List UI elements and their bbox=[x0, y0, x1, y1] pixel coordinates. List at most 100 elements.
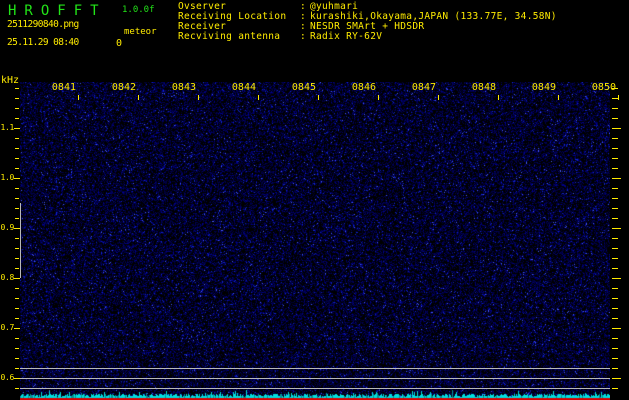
freq-tick-left bbox=[15, 98, 19, 99]
time-tick-label: 0842 bbox=[111, 82, 136, 93]
freq-tick-right bbox=[612, 278, 621, 279]
freq-tick-right bbox=[612, 258, 618, 259]
time-tick-label: 0841 bbox=[51, 82, 76, 93]
freq-tick-left bbox=[15, 88, 19, 89]
app-title: HROFFT bbox=[8, 3, 107, 19]
observation-field-value: Radix RY-62V bbox=[310, 31, 383, 42]
meteor-count-label: meteor bbox=[124, 27, 157, 37]
time-tick-label: 0843 bbox=[171, 82, 196, 93]
freq-tick-right bbox=[612, 348, 618, 349]
time-tick bbox=[378, 95, 379, 100]
freq-tick-right bbox=[612, 178, 621, 179]
time-tick bbox=[258, 95, 259, 100]
freq-tick-left bbox=[14, 178, 20, 179]
reference-line bbox=[20, 388, 610, 389]
freq-tick-right bbox=[612, 218, 618, 219]
freq-tick-left bbox=[14, 328, 20, 329]
freq-tick-left bbox=[15, 138, 19, 139]
reference-line bbox=[20, 368, 610, 369]
freq-tick-right bbox=[612, 308, 618, 309]
freq-tick-label: 0.8 bbox=[0, 273, 14, 282]
freq-tick-label: 1.0 bbox=[0, 173, 14, 182]
freq-tick-left bbox=[15, 218, 19, 219]
freq-tick-right bbox=[612, 378, 621, 379]
freq-tick-left bbox=[15, 358, 19, 359]
freq-tick-label: 0.9 bbox=[0, 223, 14, 232]
freq-tick-right bbox=[612, 208, 618, 209]
freq-tick-right bbox=[612, 318, 618, 319]
freq-tick-left bbox=[15, 168, 19, 169]
freq-tick-right bbox=[612, 198, 618, 199]
time-tick bbox=[498, 95, 499, 100]
freq-tick-label: 0.7 bbox=[0, 323, 14, 332]
time-tick bbox=[138, 95, 139, 100]
observation-datetime: 25.11.29 08:40 bbox=[7, 37, 79, 48]
freq-tick-left bbox=[15, 318, 19, 319]
freq-tick-right bbox=[612, 188, 618, 189]
freq-tick-label: 1.1 bbox=[0, 123, 14, 132]
observation-field-separator: : bbox=[300, 31, 307, 42]
freq-tick-left bbox=[15, 238, 19, 239]
time-tick-label: 0848 bbox=[471, 82, 496, 93]
freq-tick-left bbox=[15, 188, 19, 189]
freq-tick-left bbox=[14, 278, 20, 279]
meteor-count-value: 0 bbox=[115, 38, 123, 49]
time-tick-label: 0844 bbox=[231, 82, 256, 93]
time-tick bbox=[618, 95, 619, 100]
time-tick-label: 0849 bbox=[531, 82, 556, 93]
freq-tick-right bbox=[612, 288, 618, 289]
spectrogram-noise-canvas bbox=[20, 82, 610, 400]
freq-tick-right bbox=[612, 248, 618, 249]
time-tick bbox=[318, 95, 319, 100]
freq-tick-left bbox=[15, 348, 19, 349]
freq-tick-left bbox=[14, 128, 20, 129]
freq-unit-label: kHz bbox=[1, 75, 20, 86]
freq-tick-right bbox=[612, 358, 618, 359]
time-tick bbox=[438, 95, 439, 100]
freq-tick-right bbox=[612, 118, 618, 119]
freq-tick-right bbox=[612, 298, 618, 299]
time-tick-label: 0845 bbox=[291, 82, 316, 93]
freq-tick-left bbox=[15, 248, 19, 249]
observation-field-row: Recviving antenna: Radix RY-62V bbox=[178, 32, 557, 42]
time-tick-label: 0847 bbox=[411, 82, 436, 93]
freq-tick-left bbox=[15, 108, 19, 109]
freq-tick-left bbox=[15, 118, 19, 119]
freq-tick-left bbox=[15, 198, 19, 199]
time-tick bbox=[198, 95, 199, 100]
freq-tick-left bbox=[15, 148, 19, 149]
output-filename: 2511290840.png bbox=[7, 19, 79, 30]
freq-tick-right bbox=[612, 138, 618, 139]
hrofft-output-window: HROFFT 1.0.0f 2511290840.png meteor 25.1… bbox=[0, 0, 629, 400]
freq-tick-right bbox=[612, 168, 618, 169]
freq-tick-right bbox=[612, 268, 618, 269]
freq-tick-label: 0.6 bbox=[0, 373, 14, 382]
freq-tick-left bbox=[15, 338, 19, 339]
freq-tick-left bbox=[15, 388, 19, 389]
freq-tick-left bbox=[15, 208, 19, 209]
time-tick-label: 0850 bbox=[591, 82, 616, 93]
freq-tick-left bbox=[15, 158, 19, 159]
freq-tick-left bbox=[15, 288, 19, 289]
freq-tick-right bbox=[612, 128, 621, 129]
freq-tick-right bbox=[612, 228, 621, 229]
freq-tick-right bbox=[612, 108, 618, 109]
freq-tick-left bbox=[15, 268, 19, 269]
freq-tick-right bbox=[612, 338, 618, 339]
freq-tick-right bbox=[612, 148, 618, 149]
freq-tick-left bbox=[15, 308, 19, 309]
freq-tick-right bbox=[612, 388, 618, 389]
freq-tick-right bbox=[612, 328, 621, 329]
time-tick bbox=[78, 95, 79, 100]
freq-tick-left bbox=[15, 298, 19, 299]
time-tick bbox=[558, 95, 559, 100]
time-tick-label: 0846 bbox=[351, 82, 376, 93]
freq-tick-right bbox=[612, 158, 618, 159]
freq-tick-right bbox=[612, 368, 618, 369]
observation-field-label: Recviving antenna bbox=[178, 31, 281, 42]
freq-tick-left bbox=[15, 258, 19, 259]
app-version: 1.0.0f bbox=[122, 5, 155, 15]
band-marker-line bbox=[20, 203, 21, 278]
freq-tick-right bbox=[612, 238, 618, 239]
freq-tick-left bbox=[15, 368, 19, 369]
